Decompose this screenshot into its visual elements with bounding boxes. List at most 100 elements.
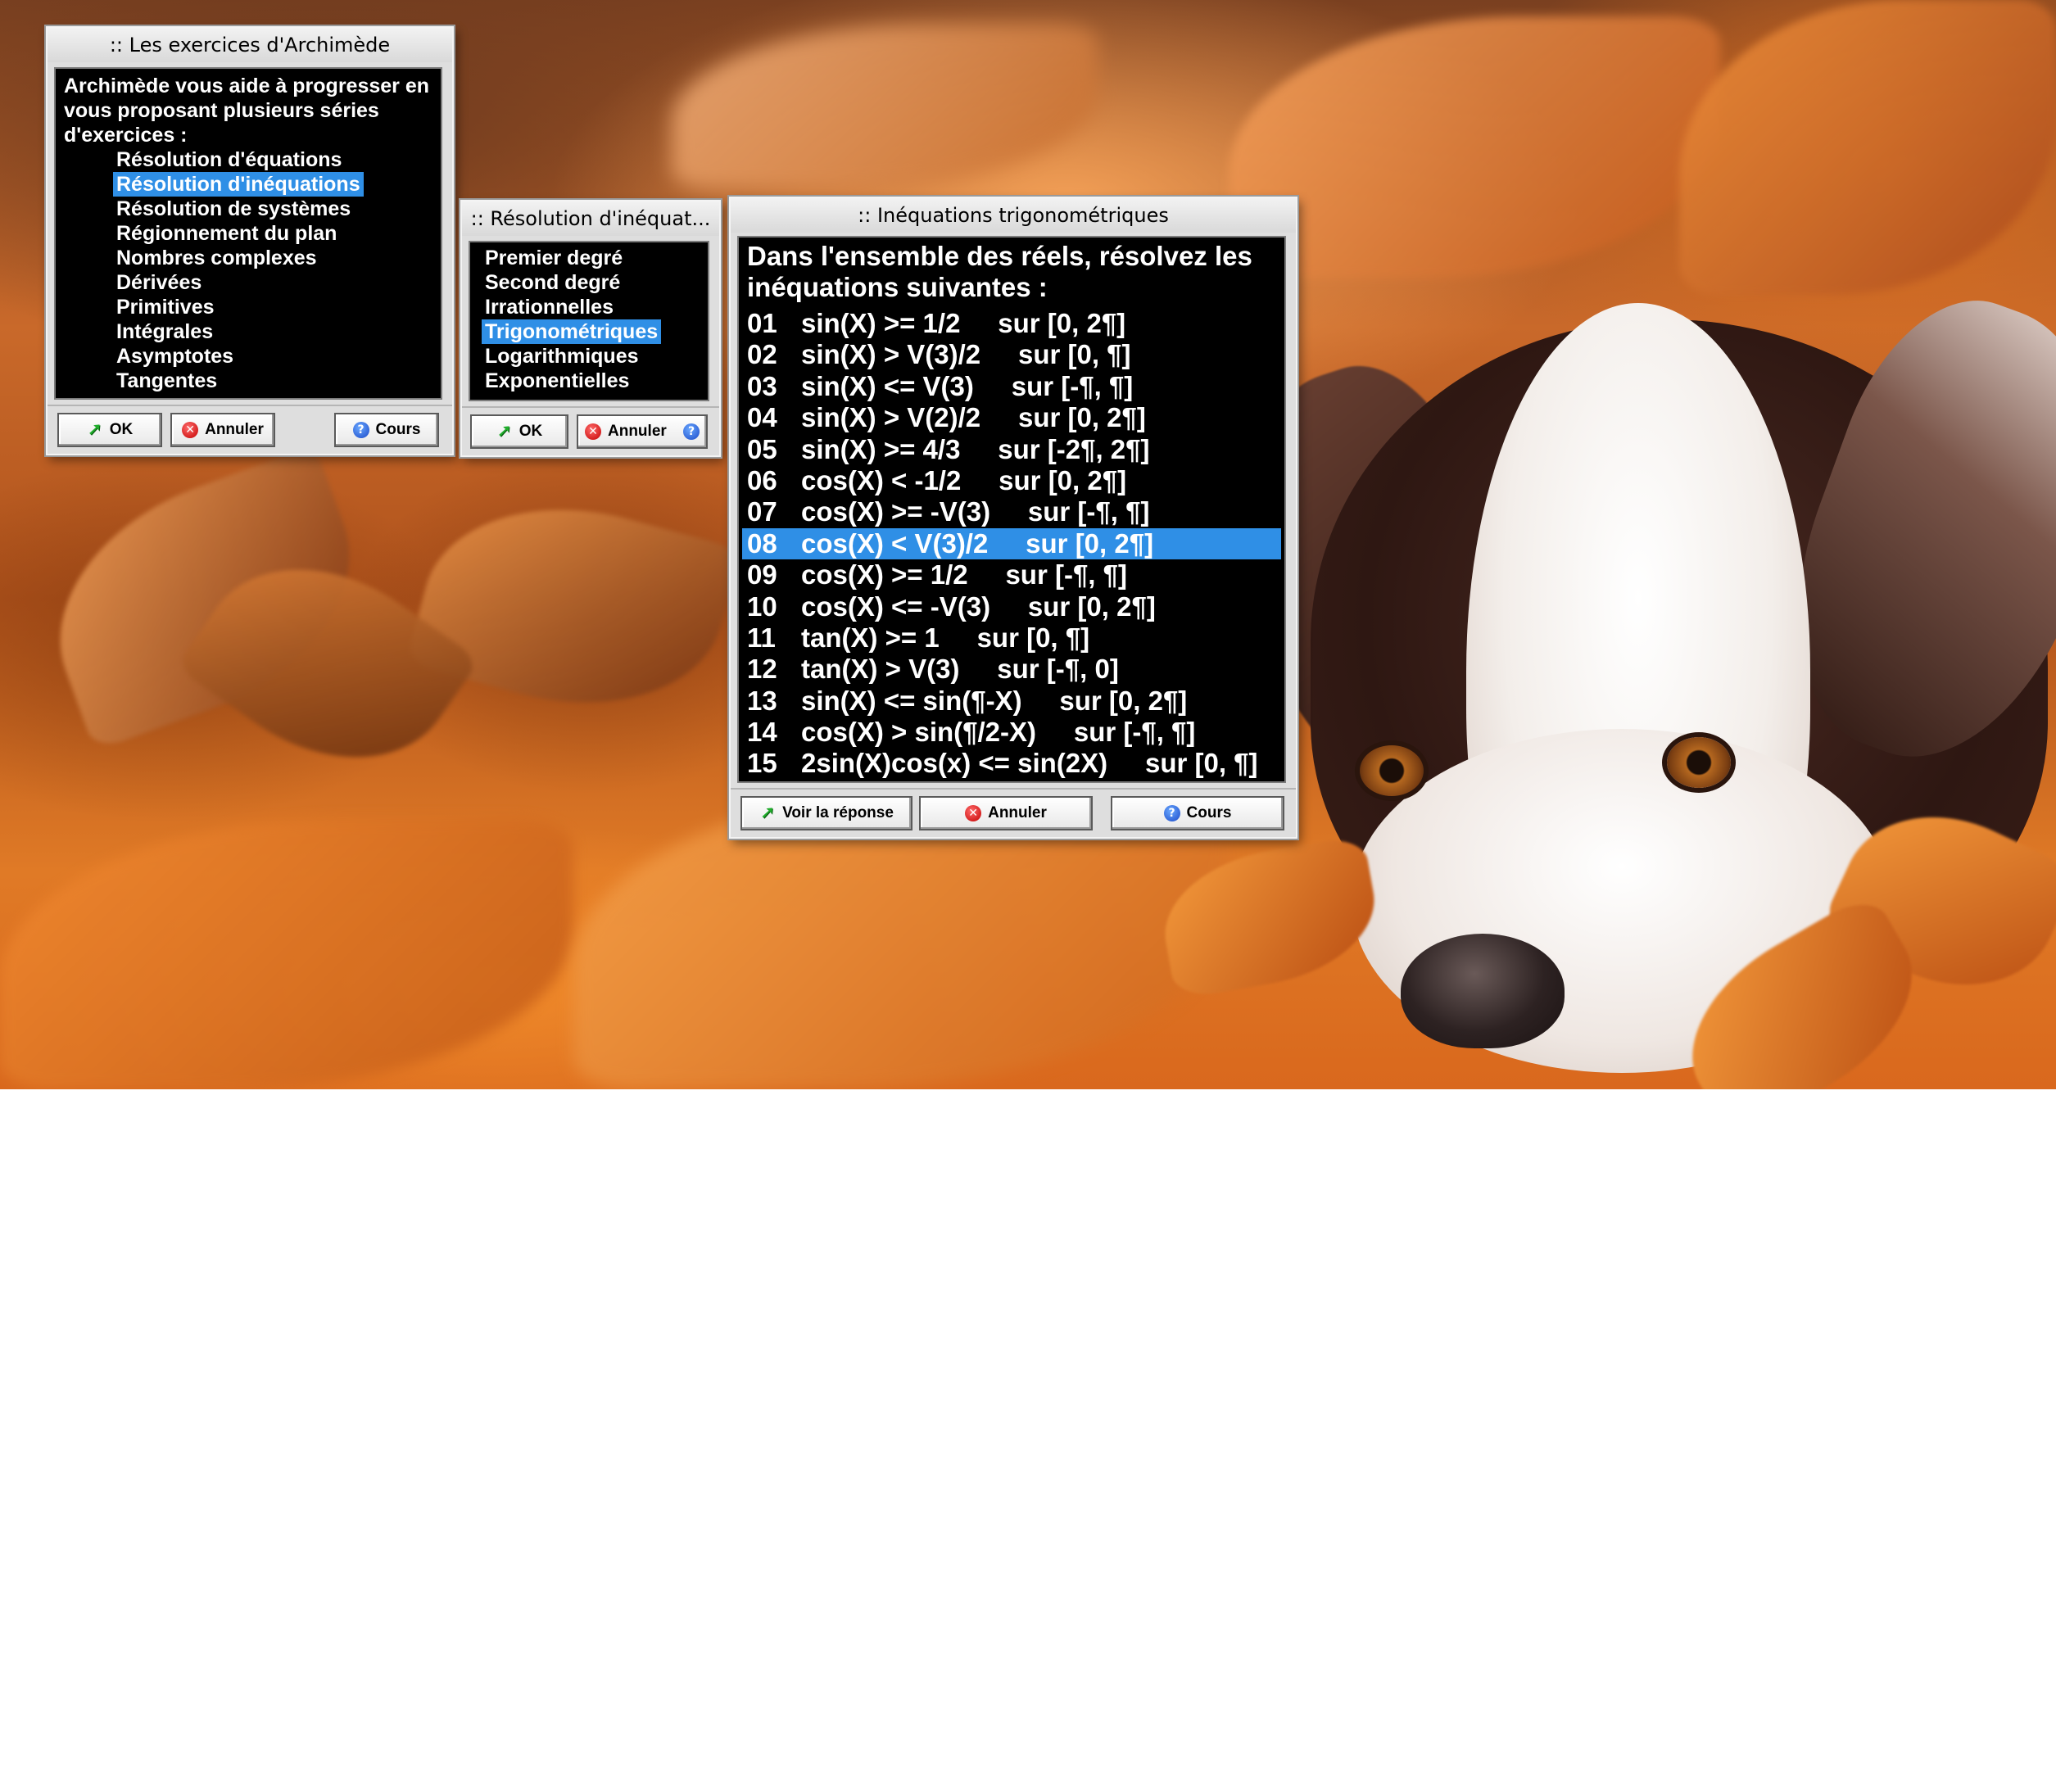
cancel-button[interactable]: ✕ Annuler ? bbox=[577, 414, 708, 449]
archimede-exercises-window[interactable]: :: Les exercices d'Archimède Archimède v… bbox=[46, 26, 454, 455]
exercise-text: cos(X) >= 1/2 sur [-¶, ¶] bbox=[801, 559, 1127, 591]
course-button[interactable]: ? Cours bbox=[334, 413, 439, 447]
exercise-text: cos(X) >= -V(3) sur [-¶, ¶] bbox=[801, 496, 1150, 527]
exercise-item[interactable]: 10 cos(X) <= -V(3) sur [0, 2¶] bbox=[742, 591, 1281, 622]
cancel-button[interactable]: ✕ Annuler bbox=[170, 413, 275, 447]
leaf-decoration bbox=[672, 25, 1098, 188]
exercise-item[interactable]: 11 tan(X) >= 1 sur [0, ¶] bbox=[742, 622, 1281, 654]
exercise-number: 05 bbox=[747, 433, 777, 464]
intro-text: Archimède vous aide à progresser en vous… bbox=[64, 75, 430, 147]
dog-eye bbox=[1360, 745, 1424, 796]
exercise-text: cos(X) < -1/2 sur [0, 2¶] bbox=[801, 464, 1127, 496]
trig-inequations-window[interactable]: :: Inéquations trigonométriques Dans l'e… bbox=[729, 197, 1297, 839]
exercise-number: 12 bbox=[747, 654, 777, 685]
exercise-text: sin(X) <= sin(¶-X) sur [0, 2¶] bbox=[801, 685, 1188, 716]
ok-button[interactable]: ➚ OK bbox=[57, 413, 162, 447]
exercise-item[interactable]: 13 sin(X) <= sin(¶-X) sur [0, 2¶] bbox=[742, 686, 1281, 717]
category-item[interactable]: Résolution d'inéquations bbox=[113, 172, 364, 197]
green-arrow-icon: ➚ bbox=[87, 419, 102, 440]
dog-eye bbox=[1667, 737, 1731, 788]
exercise-text: cos(X) <= -V(3) sur [0, 2¶] bbox=[801, 591, 1156, 622]
inequation-type-item[interactable]: Second degré bbox=[482, 270, 623, 295]
ok-button[interactable]: ➚ OK bbox=[470, 414, 568, 449]
category-item[interactable]: Résolution d'équations bbox=[113, 147, 345, 172]
exercise-number: 14 bbox=[747, 717, 777, 748]
leaf-decoration bbox=[0, 819, 573, 1089]
category-item[interactable]: Régionnement du plan bbox=[113, 221, 340, 246]
category-item[interactable]: Intégrales bbox=[113, 319, 216, 344]
inequation-type-item[interactable]: Exponentielles bbox=[482, 369, 632, 393]
exercise-number: 13 bbox=[747, 685, 777, 716]
inequation-type-panel: Premier degré Second degré Irrationnelles T… bbox=[469, 241, 709, 401]
exercise-text: sin(X) > V(3)/2 sur [0, ¶] bbox=[801, 339, 1131, 370]
button-bar: ➚ OK ✕ Annuler ? bbox=[462, 406, 719, 455]
exercise-item[interactable]: 07 cos(X) >= -V(3) sur [-¶, ¶] bbox=[742, 496, 1281, 527]
category-item[interactable]: Primitives bbox=[113, 295, 218, 319]
blue-question-icon: ? bbox=[352, 422, 369, 438]
exercise-number: 11 bbox=[747, 622, 776, 653]
exercise-item[interactable]: 05 sin(X) >= 4/3 sur [-2¶, 2¶] bbox=[742, 434, 1281, 465]
exercise-item[interactable]: 12 tan(X) > V(3) sur [-¶, 0] bbox=[742, 654, 1281, 685]
category-list: Résolution d'équations Résolution d'inéqu… bbox=[64, 147, 432, 393]
category-item[interactable]: Nombres complexes bbox=[113, 246, 320, 270]
exercise-category-panel: Archimède vous aide à progresser en vous… bbox=[54, 67, 442, 400]
exercise-text: cos(X) > sin(¶/2-X) sur [-¶, ¶] bbox=[801, 717, 1196, 748]
button-bar: ➚ OK ✕ Annuler ? Cours bbox=[48, 405, 452, 454]
exercise-number: 08 bbox=[747, 527, 777, 559]
green-arrow-icon: ➚ bbox=[759, 803, 776, 823]
cancel-button[interactable]: ✕ Annuler bbox=[919, 796, 1093, 830]
exercise-item[interactable]: 08 cos(X) < V(3)/2 sur [0, 2¶] bbox=[742, 527, 1281, 560]
window-title: :: Résolution d'inéquat... bbox=[462, 201, 719, 236]
inequation-type-item[interactable]: Logarithmiques bbox=[482, 344, 642, 369]
instructions-text: Dans l'ensemble des réels, résolvez les … bbox=[747, 241, 1252, 302]
exercise-number: 06 bbox=[747, 464, 777, 496]
exercise-number: 04 bbox=[747, 402, 777, 433]
course-button[interactable]: ? Cours bbox=[1111, 796, 1284, 830]
leaf-decoration bbox=[1679, 0, 2056, 295]
exercise-item[interactable]: 04 sin(X) > V(2)/2 sur [0, 2¶] bbox=[742, 402, 1281, 433]
inequation-type-item[interactable]: Irrationnelles bbox=[482, 295, 617, 319]
inequation-type-list: Premier degré Second degré Irrationnelles T… bbox=[482, 246, 696, 393]
leaf-decoration bbox=[1229, 16, 1720, 278]
exercise-number: 02 bbox=[747, 339, 777, 370]
category-item[interactable]: Résolution de systèmes bbox=[113, 197, 354, 221]
exercise-text: sin(X) >= 1/2 sur [0, 2¶] bbox=[801, 308, 1126, 338]
leaf-decoration bbox=[405, 473, 741, 740]
exercise-number: 03 bbox=[747, 370, 777, 401]
dog-nose bbox=[1401, 934, 1565, 1048]
exercise-text: sin(X) >= 4/3 sur [-2¶, 2¶] bbox=[801, 433, 1150, 464]
button-bar: ➚ Voir la réponse ✕ Annuler ? Cours bbox=[731, 788, 1296, 837]
blue-question-icon[interactable]: ? bbox=[683, 423, 700, 440]
exercise-panel: Dans l'ensemble des réels, résolvez les … bbox=[737, 236, 1286, 783]
category-item[interactable]: Asymptotes bbox=[113, 344, 237, 369]
show-answer-button[interactable]: ➚ Voir la réponse bbox=[740, 796, 913, 830]
exercise-text: sin(X) > V(2)/2 sur [0, 2¶] bbox=[801, 402, 1146, 433]
inequation-type-item[interactable]: Premier degré bbox=[482, 246, 626, 270]
category-item[interactable]: Tangentes bbox=[113, 369, 220, 393]
exercise-item[interactable]: 09 cos(X) >= 1/2 sur [-¶, ¶] bbox=[742, 559, 1281, 591]
exercise-number: 01 bbox=[747, 308, 777, 338]
window-title: :: Les exercices d'Archimède bbox=[48, 28, 452, 62]
exercise-item[interactable]: 03 sin(X) <= V(3) sur [-¶, ¶] bbox=[742, 371, 1281, 402]
red-x-icon: ✕ bbox=[585, 423, 601, 440]
exercise-number: 15 bbox=[747, 748, 777, 779]
blue-question-icon: ? bbox=[1163, 805, 1180, 821]
window-title: :: Inéquations trigonométriques bbox=[731, 198, 1296, 233]
exercise-item[interactable]: 14 cos(X) > sin(¶/2-X) sur [-¶, ¶] bbox=[742, 717, 1281, 748]
inequation-types-window[interactable]: :: Résolution d'inéquat... Premier degré… bbox=[460, 200, 721, 457]
exercise-text: sin(X) <= V(3) sur [-¶, ¶] bbox=[801, 370, 1134, 401]
exercise-item[interactable]: 06 cos(X) < -1/2 sur [0, 2¶] bbox=[742, 465, 1281, 496]
red-x-icon: ✕ bbox=[965, 805, 982, 821]
red-x-icon: ✕ bbox=[182, 422, 199, 438]
exercise-item[interactable]: 02 sin(X) > V(3)/2 sur [0, ¶] bbox=[742, 339, 1281, 370]
exercise-number: 07 bbox=[747, 496, 777, 527]
exercise-text: tan(X) > V(3) sur [-¶, 0] bbox=[801, 654, 1119, 685]
category-item[interactable]: Dérivées bbox=[113, 270, 205, 295]
exercise-text: cos(X) < V(3)/2 sur [0, 2¶] bbox=[801, 527, 1154, 559]
exercise-text: 2sin(X)cos(x) <= sin(2X) sur [0, ¶] bbox=[801, 748, 1258, 779]
exercise-item[interactable]: 01 sin(X) >= 1/2 sur [0, 2¶] bbox=[742, 308, 1281, 339]
exercise-item[interactable]: 15 2sin(X)cos(x) <= sin(2X) sur [0, ¶] bbox=[742, 748, 1281, 779]
exercise-text: tan(X) >= 1 sur [0, ¶] bbox=[801, 622, 1090, 653]
green-arrow-icon: ➚ bbox=[496, 421, 512, 441]
inequation-type-item[interactable]: Trigonométriques bbox=[482, 319, 662, 344]
